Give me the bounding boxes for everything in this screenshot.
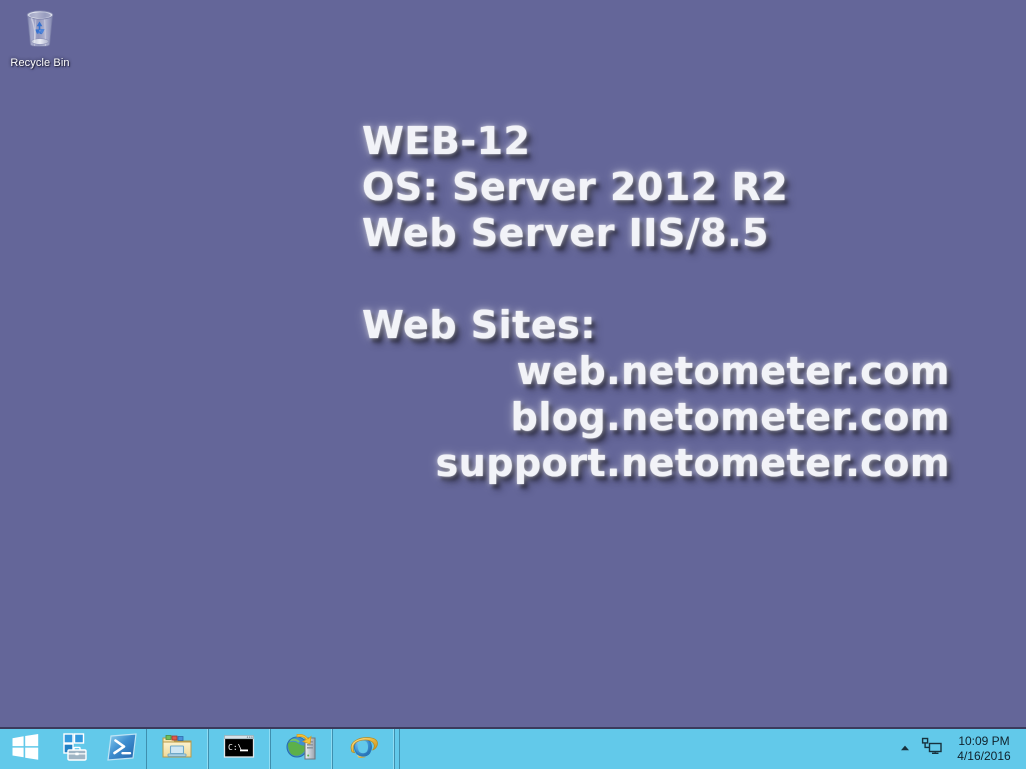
bginfo-line-spacer bbox=[0, 256, 1000, 302]
taskbar-button-server-manager[interactable] bbox=[50, 729, 98, 769]
bginfo-line-os: OS: Server 2012 R2 bbox=[362, 165, 789, 209]
show-hidden-icons-button[interactable] bbox=[892, 740, 918, 758]
powershell-icon bbox=[106, 732, 138, 767]
taskbar-button-powershell[interactable] bbox=[98, 729, 146, 769]
bginfo-line-hostname: WEB-12 bbox=[362, 119, 531, 163]
taskbar-separator bbox=[399, 729, 400, 769]
bginfo-line-site-2: blog.netometer.com bbox=[510, 395, 950, 439]
system-tray: 10:09 PM 4/16/2016 bbox=[892, 729, 1026, 769]
windows-logo-icon bbox=[10, 732, 40, 767]
recycle-bin-icon bbox=[4, 4, 76, 54]
taskbar[interactable]: C:\ 10:09 PM 4/16/2016 bbox=[0, 727, 1026, 769]
network-icon bbox=[921, 737, 943, 762]
desktop-surface[interactable]: Recycle Bin WEB-12 OS: Server 2012 R2 We… bbox=[0, 0, 1026, 727]
tray-icon-network[interactable] bbox=[918, 737, 946, 762]
desktop-icon-recycle-bin[interactable]: Recycle Bin bbox=[4, 4, 76, 70]
internet-explorer-icon bbox=[347, 732, 379, 767]
taskbar-separators bbox=[394, 729, 404, 769]
bginfo-line-role: Web Server IIS/8.5 bbox=[362, 211, 769, 255]
taskbar-clock[interactable]: 10:09 PM 4/16/2016 bbox=[946, 734, 1024, 764]
chevron-up-icon bbox=[899, 740, 911, 758]
bginfo-line-sites-title: Web Sites: bbox=[362, 303, 596, 347]
iis-manager-icon bbox=[285, 732, 317, 767]
bginfo-line-site-3: support.netometer.com bbox=[435, 441, 950, 485]
taskbar-button-file-explorer[interactable] bbox=[146, 729, 208, 769]
desktop-icon-label: Recycle Bin bbox=[10, 57, 70, 69]
desktop-screen: Recycle Bin WEB-12 OS: Server 2012 R2 We… bbox=[0, 0, 1026, 769]
taskbar-button-command-prompt[interactable]: C:\ bbox=[208, 729, 270, 769]
taskbar-separator bbox=[394, 729, 395, 769]
taskbar-empty-area[interactable] bbox=[404, 729, 892, 769]
clock-date: 4/16/2016 bbox=[957, 749, 1011, 763]
bginfo-line-site-1: web.netometer.com bbox=[516, 349, 950, 393]
clock-time: 10:09 PM bbox=[958, 734, 1010, 748]
server-manager-icon bbox=[58, 731, 90, 768]
bginfo-overlay: WEB-12 OS: Server 2012 R2 Web Server IIS… bbox=[0, 118, 1000, 486]
file-explorer-icon bbox=[161, 733, 193, 766]
taskbar-button-iis-manager[interactable] bbox=[270, 729, 332, 769]
command-prompt-icon: C:\ bbox=[223, 734, 255, 765]
start-button[interactable] bbox=[0, 729, 50, 769]
taskbar-button-internet-explorer[interactable] bbox=[332, 729, 394, 769]
taskbar-app-buttons: C:\ bbox=[146, 729, 394, 769]
